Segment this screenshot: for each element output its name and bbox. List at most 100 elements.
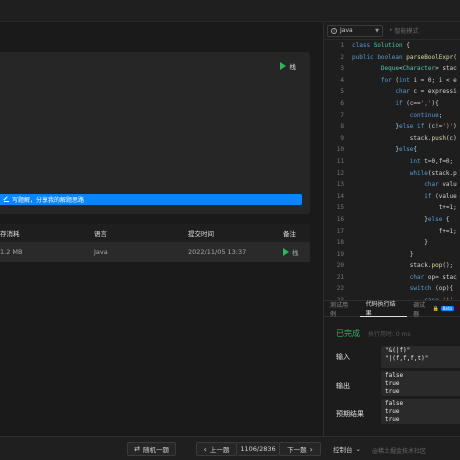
output-line: false (385, 372, 404, 379)
code-line[interactable]: 19 } (324, 251, 460, 263)
code-text[interactable]: while(stack.p (352, 170, 457, 177)
code-line[interactable]: 7 continue; (324, 112, 460, 124)
code-line[interactable]: 21 char op= stac (324, 274, 460, 286)
chevron-down-icon: ⌄ (355, 445, 361, 453)
random-question-button[interactable]: ⇄ 随机一题 (127, 442, 176, 456)
next-question-button[interactable]: 下一题 › (279, 442, 321, 456)
next-question-label: 下一题 (287, 446, 307, 454)
code-line[interactable]: 6 if (c==','){ (324, 100, 460, 112)
write-solution-button[interactable]: 写题解，分享我的解题思路 (0, 194, 302, 205)
line-number: 10 (336, 146, 344, 154)
prev-question-label: 上一题 (209, 446, 230, 454)
line-number: 13 (336, 181, 344, 189)
bottom-bar: ⇄ 随机一题 ‹ 上一题 1106/2836 下一题 › 控制台 ⌄ @稀土掘金… (0, 436, 460, 460)
line-number: 5 (340, 88, 344, 96)
smart-mode-toggle[interactable]: • 智能模式 (389, 26, 419, 35)
input-label: 输入 (336, 353, 350, 361)
line-number: 6 (340, 99, 344, 107)
smart-mode-label: 智能模式 (394, 28, 419, 35)
code-line[interactable]: 12 while(stack.p (324, 170, 460, 182)
code-text[interactable]: stack.pop(); (352, 262, 453, 269)
code-line[interactable]: 20 stack.pop(); (324, 262, 460, 274)
play-icon (283, 248, 289, 256)
expected-line: false (385, 400, 404, 407)
cell-language: Java (94, 248, 108, 256)
tab-debugger-label: 调试器 (413, 301, 426, 318)
table-row[interactable]: 1.2 MB Java 2022/11/05 13:37 栈 (0, 242, 310, 262)
tab-run-result[interactable]: 代码执行结果 (359, 301, 408, 317)
line-number: 8 (340, 123, 344, 131)
code-line[interactable]: 9 stack.push(c) (324, 135, 460, 147)
line-number: 3 (340, 65, 344, 73)
line-number: 22 (336, 285, 344, 293)
tab-debugger[interactable]: 调试器 🔒 Beta (407, 301, 460, 318)
code-line[interactable]: 14 if (value (324, 193, 460, 205)
code-text[interactable]: public boolean parseBoolExpr( (352, 54, 457, 61)
col-notes: 备注 (283, 230, 296, 238)
code-line[interactable]: 5 char c = expressi (324, 88, 460, 100)
cell-note[interactable]: 栈 (283, 247, 299, 257)
code-text[interactable]: class Solution { (352, 42, 410, 49)
code-line[interactable]: 8 }else if (c!=')') (324, 123, 460, 135)
info-icon: i (331, 27, 337, 34)
col-submit-time: 提交时间 (188, 230, 214, 238)
submission-table-header: 存消耗 语言 提交时间 备注 (0, 224, 310, 242)
language-select[interactable]: i Java ▼ (327, 24, 383, 37)
code-area[interactable]: 1 class Solution { 2 public boolean parseBo… (324, 42, 460, 302)
line-number: 1 (340, 42, 344, 49)
line-number: 9 (340, 134, 344, 142)
code-text[interactable]: if (c==','){ (352, 100, 438, 107)
code-text[interactable]: }else { (352, 216, 449, 223)
code-text[interactable]: int t=0,f=0; (352, 158, 453, 165)
line-number: 16 (336, 215, 344, 223)
code-line[interactable]: 1 class Solution { (324, 42, 460, 54)
code-line[interactable]: 15 t+=1; (324, 204, 460, 216)
code-text[interactable]: } (352, 251, 414, 258)
code-line[interactable]: 11 int t=0,f=0; (324, 158, 460, 170)
code-line[interactable]: 17 f+=1; (324, 228, 460, 240)
expected-line: true (385, 408, 400, 415)
page-indicator: 1106/2836 (237, 442, 279, 456)
line-number: 2 (340, 53, 344, 61)
console-toggle[interactable]: 控制台 ⌄ (333, 444, 361, 454)
code-line[interactable]: 4 for (int i = 0; i < e (324, 77, 460, 89)
code-text[interactable]: Deque<Character> stac (352, 65, 457, 72)
code-text[interactable]: t+=1; (352, 204, 457, 211)
submission-card: 栈 写题解，分享我的解题思路 (0, 52, 310, 214)
output-line: true (385, 380, 400, 387)
code-text[interactable]: switch (op){ (352, 285, 453, 292)
console-label: 控制台 (333, 446, 353, 454)
line-number: 4 (340, 76, 344, 84)
status-done: 已完成 (336, 329, 360, 338)
code-text[interactable]: if (value (352, 193, 457, 200)
line-number: 11 (336, 157, 344, 165)
code-text[interactable]: } (352, 239, 428, 246)
code-line[interactable]: 10 }else{ (324, 146, 460, 158)
submission-panel: 栈 写题解，分享我的解题思路 存消耗 语言 提交时间 备注 1.2 MB Jav… (0, 22, 322, 436)
code-line[interactable]: 3 Deque<Character> stac (324, 65, 460, 77)
code-line[interactable]: 2 public boolean parseBoolExpr( (324, 54, 460, 66)
top-bar (0, 0, 460, 22)
code-line[interactable]: 13 char valu (324, 181, 460, 193)
code-text[interactable]: f+=1; (352, 228, 457, 235)
tab-testcases[interactable]: 测试用例 (324, 301, 360, 318)
code-text[interactable]: stack.push(c) (352, 135, 457, 142)
col-language: 语言 (94, 230, 107, 238)
code-text[interactable]: }else{ (352, 146, 417, 153)
chevron-down-icon: ▼ (375, 27, 379, 34)
code-text[interactable]: continue; (352, 112, 443, 119)
code-text[interactable]: }else if (c!=')') (352, 123, 456, 130)
prev-question-button[interactable]: ‹ 上一题 (196, 442, 237, 456)
line-number: 14 (336, 192, 344, 200)
page-indicator-label: 1106/2836 (240, 445, 276, 453)
code-text[interactable]: char op= stac (352, 274, 457, 281)
code-line[interactable]: 18 } (324, 239, 460, 251)
solution-tag[interactable]: 栈 (279, 61, 296, 71)
code-text[interactable]: char c = expressi (352, 88, 456, 95)
line-number: 15 (336, 204, 344, 212)
line-number: 19 (336, 250, 344, 258)
code-line[interactable]: 16 }else { (324, 216, 460, 228)
code-text[interactable]: for (int i = 0; i < e (352, 77, 457, 84)
code-line[interactable]: 22 switch (op){ (324, 285, 460, 297)
code-text[interactable]: char valu (352, 181, 457, 188)
